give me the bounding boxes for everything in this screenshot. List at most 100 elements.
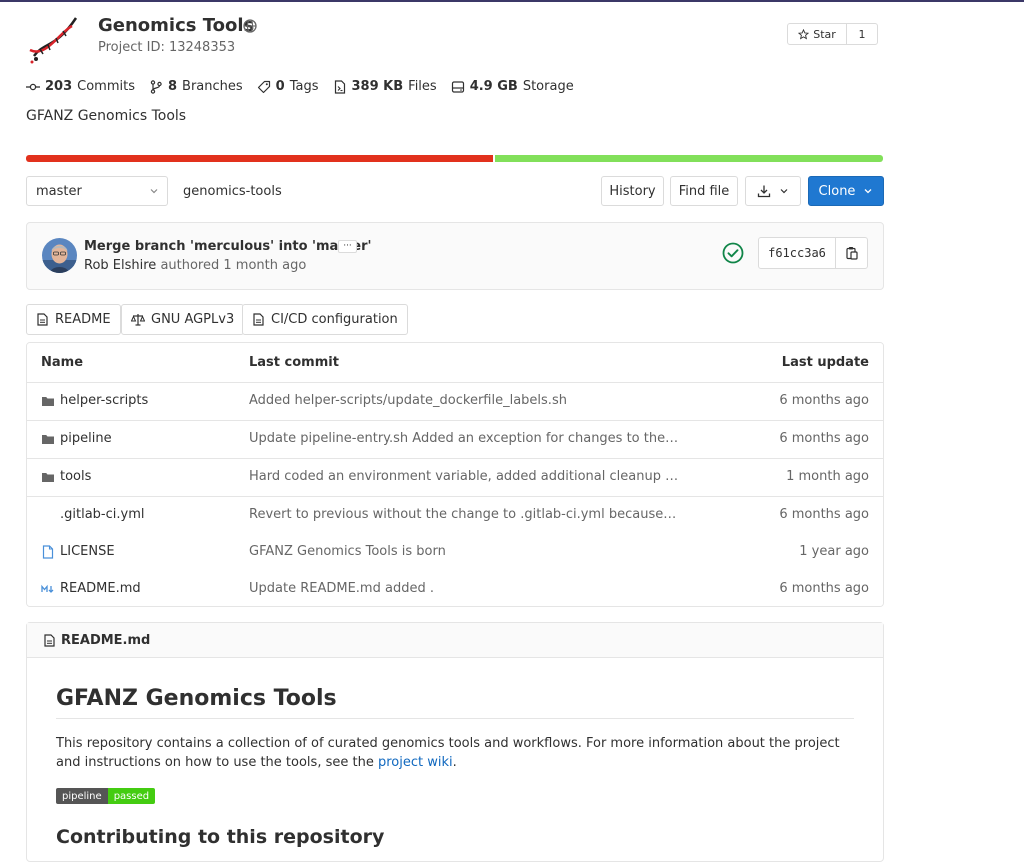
- update-time: 6 months ago: [779, 393, 869, 408]
- table-row[interactable]: .gitlab-ci.yml Revert to previous withou…: [27, 497, 883, 535]
- clone-label: Clone: [818, 183, 856, 199]
- pipeline-badge[interactable]: pipeline passed: [56, 788, 156, 804]
- readme-heading: GFANZ Genomics Tools: [56, 686, 337, 711]
- language-segment-2[interactable]: [495, 155, 883, 162]
- document-icon: [37, 313, 48, 326]
- readme-pill-button[interactable]: README: [26, 304, 121, 335]
- file-icon: [334, 79, 345, 94]
- chevron-down-icon: [780, 189, 788, 194]
- commit-message[interactable]: Update README.md added .: [249, 581, 679, 596]
- commit-author[interactable]: Rob Elshire: [84, 258, 156, 273]
- globe-icon: [243, 19, 257, 33]
- readme-divider: [56, 718, 854, 719]
- table-row[interactable]: README.md Update README.md added . 6 mon…: [27, 571, 883, 606]
- star-count[interactable]: 1: [847, 24, 877, 44]
- breadcrumb-project[interactable]: genomics-tools: [183, 184, 282, 199]
- commit-message[interactable]: GFANZ Genomics Tools is born: [249, 544, 679, 559]
- project-stats: 203 Commits 8 Branches 0 Tags 389 KB Fil…: [26, 79, 574, 94]
- stat-storage[interactable]: 4.9 GB Storage: [451, 79, 574, 94]
- branch-icon: [150, 79, 162, 94]
- star-label: Star: [813, 27, 836, 41]
- star-icon: [798, 28, 810, 39]
- commit-meta: Rob Elshire authored 1 month ago: [84, 258, 306, 273]
- folder-icon: [42, 434, 54, 444]
- update-time: 6 months ago: [779, 581, 869, 596]
- clone-button[interactable]: Clone: [808, 176, 884, 206]
- commit-sha[interactable]: f61cc3a6: [759, 238, 836, 268]
- update-time: 6 months ago: [779, 431, 869, 446]
- file-name[interactable]: pipeline: [60, 431, 112, 446]
- history-button[interactable]: History: [601, 176, 664, 206]
- folder-icon: [42, 396, 54, 406]
- chevron-down-icon: [864, 189, 872, 194]
- project-description: GFANZ Genomics Tools: [26, 108, 187, 124]
- repository-language-bar: [26, 155, 883, 162]
- readme-paragraph-end: .: [452, 755, 457, 770]
- badge-label: pipeline: [56, 788, 108, 804]
- stat-tags[interactable]: 0 Tags: [257, 79, 319, 94]
- stat-files[interactable]: 389 KB Files: [333, 79, 437, 94]
- table-row[interactable]: LICENSE GFANZ Genomics Tools is born 1 y…: [27, 534, 883, 572]
- column-header-name: Name: [41, 355, 84, 370]
- license-pill-button[interactable]: GNU AGPLv3: [121, 304, 245, 335]
- file-name[interactable]: helper-scripts: [60, 393, 148, 408]
- stat-tags-value: 0: [275, 79, 285, 94]
- commit-title[interactable]: Merge branch 'merculous' into 'master': [84, 239, 372, 254]
- copy-icon: [845, 247, 858, 260]
- readme-header: README.md: [27, 623, 883, 658]
- commit-message[interactable]: Update pipeline-entry.sh Added an except…: [249, 431, 679, 446]
- column-header-last-update: Last update: [781, 355, 869, 370]
- update-time: 1 year ago: [799, 544, 869, 559]
- find-file-button[interactable]: Find file: [670, 176, 738, 206]
- pipeline-status-icon[interactable]: [722, 242, 744, 264]
- project-wiki-link[interactable]: project wiki: [378, 755, 453, 770]
- stat-files-value: 389 KB: [351, 79, 404, 94]
- stat-branches[interactable]: 8 Branches: [149, 79, 243, 94]
- ci-config-pill-button[interactable]: CI/CD configuration: [242, 304, 408, 335]
- star-button-group: Star 1: [787, 23, 878, 45]
- badge-status: passed: [107, 788, 156, 804]
- branch-name: master: [36, 183, 82, 199]
- commit-icon: [26, 83, 40, 90]
- stat-commits-label: Commits: [77, 79, 135, 94]
- commit-expand-button[interactable]: ···: [338, 240, 357, 253]
- project-logo[interactable]: [26, 12, 82, 66]
- column-header-last-commit: Last commit: [249, 355, 339, 370]
- download-button[interactable]: [745, 176, 801, 206]
- top-border: [0, 0, 1024, 2]
- commit-message[interactable]: Revert to previous without the change to…: [249, 507, 679, 522]
- table-row[interactable]: tools Hard coded an environment variable…: [27, 459, 883, 497]
- document-icon: [253, 313, 264, 326]
- chevron-down-icon: [150, 189, 158, 194]
- readme-filename[interactable]: README.md: [61, 633, 150, 648]
- storage-icon: [451, 80, 464, 93]
- table-row[interactable]: helper-scripts Added helper-scripts/upda…: [27, 383, 883, 421]
- copy-sha-button[interactable]: [836, 238, 867, 268]
- table-row[interactable]: pipeline Update pipeline-entry.sh Added …: [27, 421, 883, 459]
- folder-icon: [42, 472, 54, 482]
- markdown-icon: [41, 584, 54, 593]
- commit-message[interactable]: Added helper-scripts/update_dockerfile_l…: [249, 393, 679, 408]
- branch-selector[interactable]: master: [26, 176, 168, 206]
- readme-pill-label: README: [55, 312, 111, 327]
- file-table-header: Name Last commit Last update: [27, 343, 883, 383]
- file-name[interactable]: README.md: [60, 581, 141, 596]
- file-table: Name Last commit Last update helper-scri…: [26, 342, 884, 607]
- readme-paragraph: This repository contains a collection of…: [56, 734, 846, 772]
- avatar[interactable]: [42, 238, 77, 273]
- stat-commits-value: 203: [45, 79, 73, 94]
- license-file-icon: [42, 544, 54, 559]
- file-name[interactable]: .gitlab-ci.yml: [60, 507, 144, 522]
- language-segment-1[interactable]: [26, 155, 493, 162]
- stat-commits[interactable]: 203 Commits: [26, 79, 135, 94]
- stat-tags-label: Tags: [289, 79, 319, 94]
- scale-icon: [131, 314, 145, 326]
- star-button[interactable]: Star: [788, 24, 847, 44]
- project-title[interactable]: Genomics Tools: [98, 15, 254, 36]
- commit-time: 1 month ago: [223, 258, 307, 273]
- download-icon: [757, 185, 771, 198]
- commit-message[interactable]: Hard coded an environment variable, adde…: [249, 469, 679, 484]
- stat-branches-value: 8: [167, 79, 178, 94]
- file-name[interactable]: tools: [60, 469, 91, 484]
- file-name[interactable]: LICENSE: [60, 544, 115, 559]
